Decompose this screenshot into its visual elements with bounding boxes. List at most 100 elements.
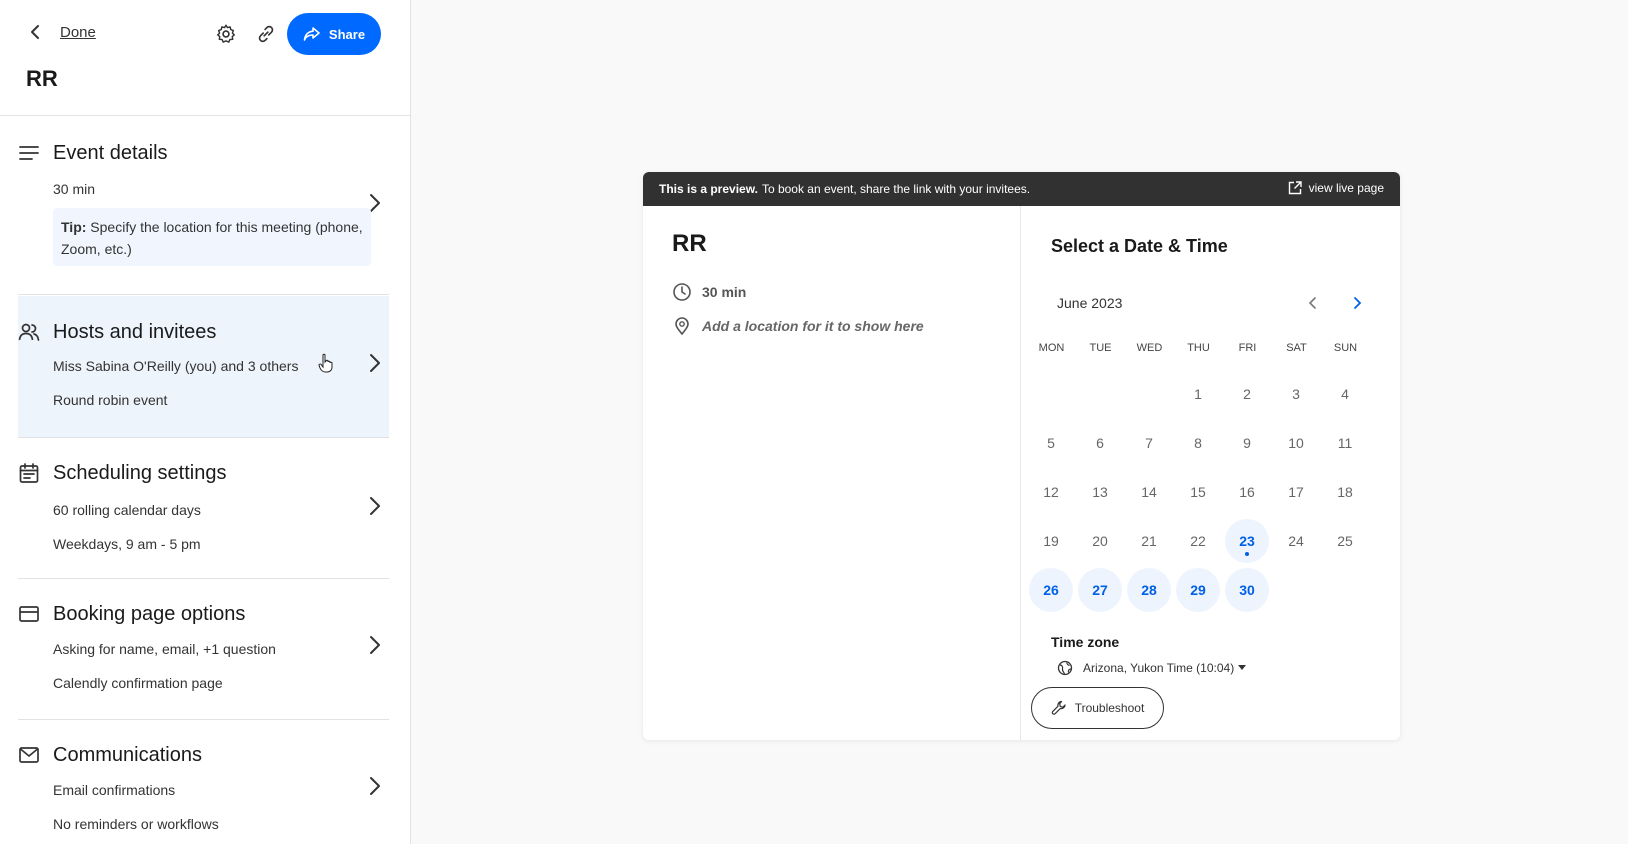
banner-text: To book an event, share the link with yo… xyxy=(761,182,1031,196)
calendar-day: 1 xyxy=(1194,386,1202,402)
event-title: RR xyxy=(26,66,58,91)
hand-cursor-icon xyxy=(318,353,333,373)
copy-link-button[interactable] xyxy=(252,20,280,48)
divider xyxy=(18,437,389,438)
view-live-page-link[interactable]: view live page xyxy=(1287,180,1384,196)
section-detail: Miss Sabina O'Reilly (you) and 3 others xyxy=(53,358,299,374)
location-row: Add a location for it to show here xyxy=(672,316,924,336)
weekday-label: TUE xyxy=(1089,342,1112,354)
calendar-day-available[interactable]: 26 xyxy=(1029,568,1073,612)
section-detail: 60 rolling calendar days xyxy=(53,502,201,518)
calendar-day: 12 xyxy=(1043,484,1059,500)
calendar-day: 7 xyxy=(1145,435,1153,451)
calendar-day-available[interactable]: 23 xyxy=(1225,519,1269,563)
timezone-value: Arizona, Yukon Time (10:04) xyxy=(1083,661,1235,675)
calendar-day: 11 xyxy=(1337,435,1353,451)
globe-icon xyxy=(1057,660,1073,676)
chevron-right-icon xyxy=(370,636,380,654)
chevron-right-icon xyxy=(370,777,380,795)
menu-lines-icon xyxy=(19,146,39,160)
location-tip: Tip: Specify the location for this meeti… xyxy=(53,208,371,266)
divider xyxy=(18,294,389,295)
gear-icon xyxy=(217,24,235,43)
section-event-details[interactable]: Event details 30 min Tip: Specify the lo… xyxy=(0,142,410,272)
calendar-day: 16 xyxy=(1239,484,1255,500)
banner-bold: This is a preview. xyxy=(659,182,758,196)
next-month-button[interactable] xyxy=(1346,292,1368,314)
weekday-label: SUN xyxy=(1333,342,1358,354)
calendar-day: 4 xyxy=(1341,386,1349,402)
troubleshoot-button[interactable]: Troubleshoot xyxy=(1031,687,1164,729)
calendar-day-available[interactable]: 27 xyxy=(1078,568,1122,612)
calendar-day: 19 xyxy=(1043,533,1059,549)
vertical-divider xyxy=(1020,206,1021,740)
troubleshoot-label: Troubleshoot xyxy=(1074,701,1145,715)
mail-icon xyxy=(19,747,39,763)
calendar-day-available[interactable]: 29 xyxy=(1176,568,1220,612)
weekday-label: FRI xyxy=(1238,342,1257,354)
calendar-day: 6 xyxy=(1096,435,1104,451)
caret-down-icon xyxy=(1238,665,1247,670)
card-icon xyxy=(19,606,39,622)
share-button[interactable]: Share xyxy=(287,13,381,55)
section-detail: Weekdays, 9 am - 5 pm xyxy=(53,536,201,552)
prev-month-button[interactable] xyxy=(1302,292,1324,314)
preview-event-title: RR xyxy=(672,230,707,257)
calendar-day: 14 xyxy=(1141,484,1157,500)
chevron-left-icon xyxy=(31,25,39,39)
calendar-day: 18 xyxy=(1337,484,1353,500)
calendar-icon xyxy=(19,463,39,483)
chevron-right-icon xyxy=(1354,297,1362,309)
section-detail: 30 min xyxy=(53,181,96,197)
calendar-day: 2 xyxy=(1243,386,1251,402)
weekday-label: SAT xyxy=(1286,342,1307,354)
weekday-label: WED xyxy=(1136,342,1163,354)
clock-icon xyxy=(673,283,691,301)
section-title: Booking page options xyxy=(53,603,246,625)
calendar-day: 20 xyxy=(1092,533,1108,549)
calendar-day: 24 xyxy=(1288,533,1304,549)
chevron-right-icon xyxy=(370,354,380,372)
calendar-day: 13 xyxy=(1092,484,1108,500)
section-hosts-invitees[interactable]: Hosts and invitees Miss Sabina O'Reilly … xyxy=(0,321,410,421)
calendar-day: 25 xyxy=(1337,533,1353,549)
section-detail: No reminders or workflows xyxy=(53,816,219,832)
preview-banner: This is a preview. To book an event, sha… xyxy=(643,172,1400,206)
section-scheduling-settings[interactable]: Scheduling settings 60 rolling calendar … xyxy=(0,462,410,562)
section-title: Scheduling settings xyxy=(53,462,227,484)
timezone-select[interactable]: Arizona, Yukon Time (10:04) xyxy=(1057,660,1247,676)
duration-row: 30 min xyxy=(672,282,746,302)
back-button[interactable]: Done xyxy=(26,22,96,42)
chevron-left-icon xyxy=(1308,297,1316,309)
weekday-label: THU xyxy=(1187,342,1210,354)
share-arrow-icon xyxy=(303,27,320,41)
location-hint: Add a location for it to show here xyxy=(702,318,924,334)
weekday-label: MON xyxy=(1038,342,1065,354)
people-icon xyxy=(18,323,40,341)
timezone-label: Time zone xyxy=(1051,634,1120,650)
section-title: Communications xyxy=(53,744,202,766)
calendar-day: 10 xyxy=(1288,435,1304,451)
section-title: Event details xyxy=(53,142,168,164)
calendar-day: 8 xyxy=(1194,435,1202,451)
sidebar: Done Share RR Event details 30 min Tip: … xyxy=(0,0,411,844)
calendar-day: 5 xyxy=(1047,435,1055,451)
section-detail: Round robin event xyxy=(53,392,168,408)
wrench-icon xyxy=(1051,700,1066,715)
external-link-icon xyxy=(1288,181,1302,195)
section-communications[interactable]: Communications Email confirmations No re… xyxy=(0,744,410,844)
calendar-month: June 2023 xyxy=(1057,295,1123,311)
tip-bold: Tip: xyxy=(61,219,87,235)
chevron-right-icon xyxy=(370,497,380,515)
section-detail: Email confirmations xyxy=(53,782,176,798)
view-live-label: view live page xyxy=(1308,181,1384,195)
calendar-day-available[interactable]: 28 xyxy=(1127,568,1171,612)
section-detail: Calendly confirmation page xyxy=(53,675,223,691)
booking-preview: This is a preview. To book an event, sha… xyxy=(643,172,1400,740)
calendar-day: 15 xyxy=(1190,484,1206,500)
section-booking-page-options[interactable]: Booking page options Asking for name, em… xyxy=(0,603,410,703)
settings-button[interactable] xyxy=(212,20,240,48)
section-detail: Asking for name, email, +1 question xyxy=(53,641,276,657)
divider xyxy=(18,578,389,579)
calendar-day-available[interactable]: 30 xyxy=(1225,568,1269,612)
